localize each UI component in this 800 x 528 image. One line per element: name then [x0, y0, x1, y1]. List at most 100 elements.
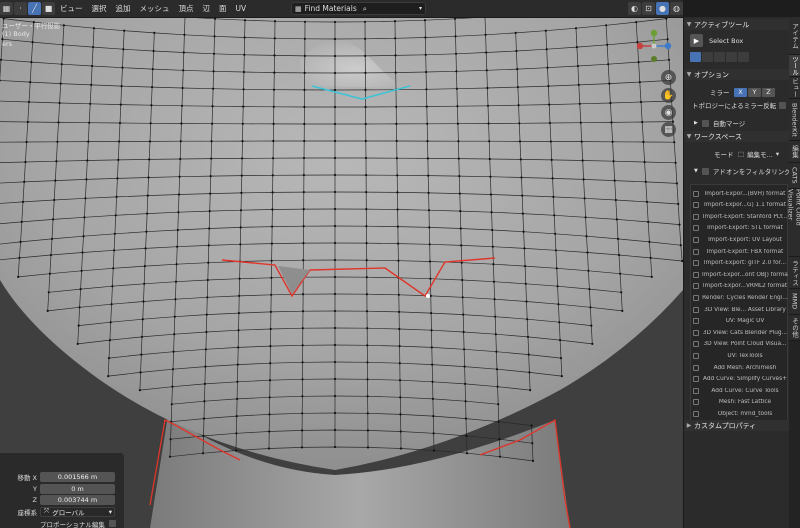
addon-checkbox[interactable]: [693, 387, 699, 394]
menu-face[interactable]: 面: [215, 2, 231, 15]
addon-item[interactable]: Import-Expor...G) 1.1 format: [693, 200, 788, 211]
tab-3[interactable]: BlenderKit: [789, 99, 800, 141]
addon-item[interactable]: Add Curve: Simplify Curves+: [693, 374, 788, 385]
select-box-icon[interactable]: ▶: [690, 34, 703, 47]
workspace-header[interactable]: ▼ ワークスペース: [684, 131, 790, 142]
tab-4[interactable]: 編集: [789, 141, 800, 163]
addon-checkbox[interactable]: [693, 213, 699, 220]
camera-icon[interactable]: ◉: [661, 105, 676, 120]
auto-merge-checkbox[interactable]: [701, 119, 709, 127]
mirror-x-toggle[interactable]: X: [734, 87, 747, 97]
select-intersect-icon[interactable]: [738, 52, 749, 62]
addon-checkbox[interactable]: [693, 260, 699, 267]
active-tool-header[interactable]: ▼ アクティブツール: [684, 19, 790, 30]
mirror-y-toggle[interactable]: Y: [748, 87, 761, 97]
addon-checkbox[interactable]: [693, 236, 699, 243]
custom-properties-header[interactable]: ▶ カスタムプロパティ: [684, 420, 790, 431]
options-header[interactable]: ▼ オプション: [684, 69, 790, 80]
addon-checkbox[interactable]: [693, 329, 699, 336]
addon-item[interactable]: Import-Export: Stanford PLY...: [693, 211, 788, 222]
vertex: [333, 54, 337, 58]
solid-shading-icon[interactable]: ●: [656, 2, 669, 15]
select-extend-icon[interactable]: [702, 52, 713, 62]
mirror-z-toggle[interactable]: Z: [762, 87, 775, 97]
vertex-select-icon[interactable]: ·: [14, 2, 27, 15]
tab-0[interactable]: アイテム: [789, 17, 800, 55]
addon-item[interactable]: Object: mmd_tools: [693, 408, 788, 419]
move-z-field[interactable]: 0.003744 m: [40, 494, 115, 505]
addon-item[interactable]: UV: Magic UV: [693, 316, 788, 327]
addon-checkbox[interactable]: [693, 376, 699, 383]
menu-vertex[interactable]: 頂点: [175, 2, 198, 15]
addon-checkbox[interactable]: [693, 318, 699, 325]
select-invert-icon[interactable]: [726, 52, 737, 62]
edge-select-icon[interactable]: ╱: [28, 2, 41, 15]
addon-item[interactable]: UV: TexTools: [693, 350, 788, 361]
vertex: [465, 434, 468, 437]
menu-uv[interactable]: UV: [232, 2, 251, 15]
tab-7[interactable]: ラティス: [789, 257, 800, 289]
addon-item[interactable]: Import-Export: STL format: [693, 223, 788, 234]
vertex: [114, 214, 117, 217]
material-shading-icon[interactable]: ◍: [670, 2, 683, 15]
addon-checkbox[interactable]: [693, 190, 699, 197]
addon-checkbox[interactable]: [693, 399, 699, 406]
addon-item[interactable]: Import-Export: FBX format: [693, 246, 788, 257]
mesh-view[interactable]: [0, 0, 683, 528]
addon-checkbox[interactable]: [693, 410, 699, 417]
hand-pan-icon[interactable]: ✋: [661, 88, 676, 103]
addon-checkbox[interactable]: [693, 248, 699, 255]
addon-item[interactable]: Import-Export: UV Layout: [693, 234, 788, 245]
addon-item[interactable]: 3D View: Cats Blender Plug...: [693, 327, 788, 338]
addon-item[interactable]: Render: Cycles Render Engi...: [693, 292, 788, 303]
addon-checkbox[interactable]: [693, 341, 699, 348]
addon-item[interactable]: Import-Expor...VRML2 format: [693, 281, 788, 292]
editor-type-icon[interactable]: ▦: [0, 2, 13, 15]
addon-checkbox[interactable]: [693, 294, 699, 301]
addon-checkbox[interactable]: [693, 225, 699, 232]
menu-edge[interactable]: 辺: [199, 2, 215, 15]
coord-system-dropdown[interactable]: ⤧ グローバル ▾: [40, 506, 115, 517]
move-y-field[interactable]: 0 m: [40, 483, 115, 494]
tab-9[interactable]: その他: [789, 315, 800, 341]
tab-1[interactable]: ツール: [789, 55, 800, 77]
addon-item[interactable]: Import-Expor...ont OBJ) format: [693, 269, 788, 280]
addon-item[interactable]: Import-Expor...(BVH) format: [693, 188, 788, 199]
grid-view-icon[interactable]: ▦: [661, 122, 676, 137]
addon-item[interactable]: Add Curve: Curve Tools: [693, 385, 788, 396]
select-subtract-icon[interactable]: [714, 52, 725, 62]
addon-checkbox[interactable]: [693, 202, 699, 209]
addon-item[interactable]: Mesh: Fast Lattice: [693, 397, 788, 408]
select-new-icon[interactable]: [690, 52, 701, 62]
filter-addons-checkbox[interactable]: [701, 167, 709, 175]
menu-view[interactable]: ビュー: [56, 2, 87, 15]
topology-mirror-checkbox[interactable]: [779, 101, 787, 109]
addon-item[interactable]: Import-Export: glTF 2.0 for...: [693, 258, 788, 269]
addon-checkbox[interactable]: [693, 352, 699, 359]
addon-checkbox[interactable]: [693, 283, 699, 290]
face-select-icon[interactable]: ■: [42, 2, 55, 15]
addon-item[interactable]: 3D View: Ble... Asset Library: [693, 304, 788, 315]
tab-2[interactable]: ビュー: [789, 77, 800, 99]
menu-add[interactable]: 追加: [112, 2, 135, 15]
proportional-edit-checkbox[interactable]: [108, 520, 116, 527]
vertex: [424, 36, 427, 39]
navigation-gizmo[interactable]: [632, 29, 676, 67]
mode-dropdown[interactable]: ⬚ 編集モ... ▾: [738, 149, 779, 159]
overlay-icon[interactable]: ◐: [628, 2, 641, 15]
tab-5[interactable]: CATS: [789, 163, 800, 189]
tab-6[interactable]: Point Cloud Visualizer: [787, 189, 800, 257]
menu-select[interactable]: 選択: [88, 2, 111, 15]
find-materials-field[interactable]: ▦ Find Materials ⌕ ▾: [291, 2, 426, 15]
tab-8[interactable]: MMD: [789, 289, 800, 315]
menu-mesh[interactable]: メッシュ: [136, 2, 174, 15]
3d-viewport[interactable]: ▦ · ╱ ■ ビュー 選択 追加 メッシュ 頂点 辺 面 UV ▦ Find …: [0, 0, 683, 528]
addon-checkbox[interactable]: [693, 306, 699, 313]
addon-item[interactable]: Add Mesh: Archimesh: [693, 362, 788, 373]
addon-checkbox[interactable]: [693, 271, 699, 278]
addon-checkbox[interactable]: [693, 364, 699, 371]
xray-icon[interactable]: ⊡: [642, 2, 655, 15]
move-x-field[interactable]: 0.001566 m: [40, 471, 115, 482]
zoom-icon[interactable]: ⊕: [661, 70, 676, 85]
addon-item[interactable]: 3D View: Point Cloud Visua...: [693, 339, 788, 350]
